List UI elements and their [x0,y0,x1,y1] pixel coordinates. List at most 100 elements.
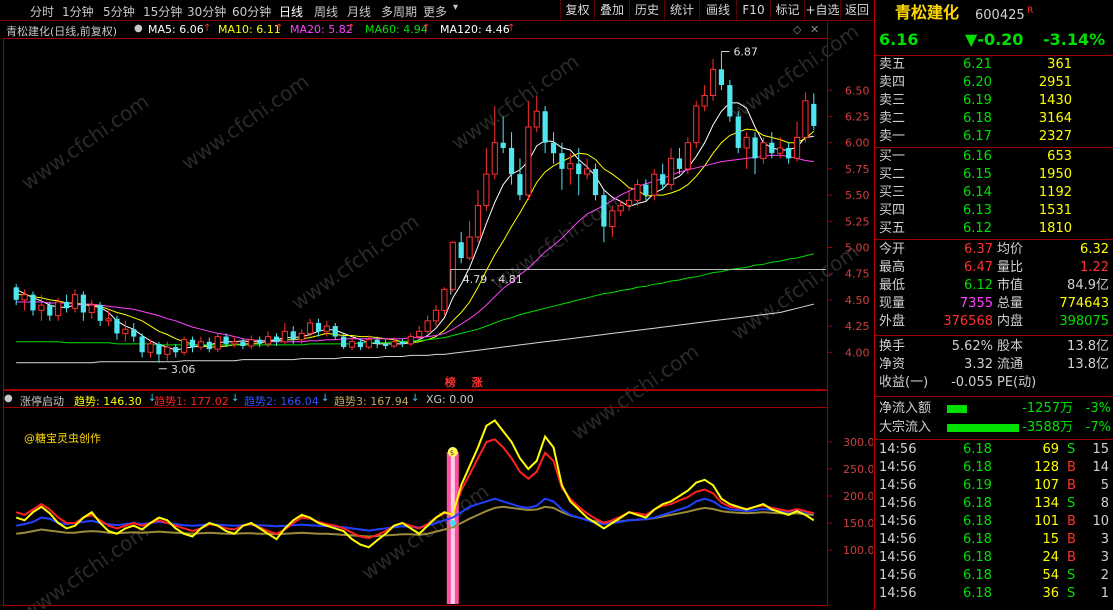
stat-label: 均价 [997,242,1024,257]
down-arrow-icon: ↓ [411,393,420,404]
finance-label: 流通 [997,357,1024,372]
tick-row: 14:56 6.18 128 B 14 [875,459,1113,477]
stat-label: 外盘 [879,314,906,329]
level-volume: 1430 [1038,93,1072,108]
tick-volume: 54 [1042,568,1059,583]
ask-row: 卖三 6.19 1430 [875,92,1113,110]
signal-cross-marker [449,520,456,526]
bid-row: 买一 6.16 653 [875,148,1113,166]
divider [875,239,1113,240]
tick-volume: 134 [1034,496,1059,511]
tick-volume: 69 [1042,442,1059,457]
level-label: 卖五 [879,57,906,72]
indicator-y-label: 200.0 [843,490,873,503]
app-window: www.cfchi.com www.cfchi.com www.cfchi.com w… [0,0,1113,610]
indicator-value-2: 趋势2: 166.04 [244,395,319,408]
indicator-chart[interactable]: 300.0 250.0 200.0 150.0 100.0 $ [0,0,873,610]
indicator-value-0: 趋势: 146.30 [74,395,142,408]
level-price: 6.15 [963,167,992,182]
tick-time: 14:56 [879,460,917,475]
level-price: 6.16 [963,149,992,164]
stat-label: 今开 [879,242,906,257]
tick-count: 10 [1092,514,1109,529]
stat-label: 总量 [997,296,1024,311]
signal-coin-glyph: $ [450,449,454,457]
tick-count: 1 [1100,586,1109,601]
tick-volume: 36 [1042,586,1059,601]
tick-row: 14:56 6.18 69 S 15 [875,441,1113,459]
tick-volume: 128 [1034,460,1059,475]
tick-volume: 107 [1034,478,1059,493]
level-price: 6.14 [963,185,992,200]
finance-value: 5.62% [951,339,993,354]
flow-row: 大宗流入 -3588万 -7% [875,419,1113,437]
tick-volume: 101 [1034,514,1059,529]
ask-row: 卖四 6.20 2951 [875,74,1113,92]
stat-label: 量比 [997,260,1024,275]
level-volume: 653 [1047,149,1072,164]
divider [875,439,1113,440]
bid-row: 买三 6.14 1192 [875,184,1113,202]
ask-row: 卖五 6.21 361 [875,56,1113,74]
level-price: 6.21 [963,57,992,72]
tick-row: 14:56 6.18 24 B 3 [875,549,1113,567]
tick-side: B [1067,550,1076,565]
tick-side: B [1067,460,1076,475]
ask-row: 卖二 6.18 3164 [875,110,1113,128]
flow-row: 净流入额 -1257万 -3% [875,400,1113,418]
level-price: 6.12 [963,221,992,236]
tick-row: 14:56 6.19 107 B 5 [875,477,1113,495]
tick-volume: 15 [1042,532,1059,547]
tick-price: 6.18 [963,460,992,475]
tick-side: B [1067,532,1076,547]
stat-row: 最低 6.12 市值 84.9亿 [875,277,1113,295]
level-label: 买二 [879,167,906,182]
stat-value: 6.12 [964,278,993,293]
finance-value: 3.32 [964,357,993,372]
level-label: 买四 [879,203,906,218]
level-volume: 1810 [1038,221,1072,236]
tick-time: 14:56 [879,514,917,529]
price-row: 6.16 ▼-0.20 -3.14% [875,31,1113,53]
tick-count: 3 [1100,550,1109,565]
ask-row: 卖一 6.17 2327 [875,128,1113,146]
rights-flag: R [1027,6,1034,16]
level-volume: 2951 [1038,75,1072,90]
finance-value: 13.8亿 [1067,357,1109,372]
level-label: 卖三 [879,93,906,108]
indicator-expand-icon[interactable]: ● [4,393,13,404]
bid-row: 买四 6.13 1531 [875,202,1113,220]
finance-label: 换手 [879,339,906,354]
stat-label: 市值 [997,278,1024,293]
finance-row: 收益(一) -0.055 PE(动) [875,374,1113,392]
indicator-credit: @糖宝灵虫创作 [24,432,101,445]
stat-label: 现量 [879,296,906,311]
price-change: ▼-0.20 [965,30,1024,49]
stat-label: 最低 [879,278,906,293]
level-volume: 1192 [1038,185,1072,200]
indicator-name: 涨停启动 [20,395,64,408]
stat-value: 398075 [1059,314,1109,329]
level-label: 买一 [879,149,906,164]
tick-time: 14:56 [879,496,917,511]
tick-count: 3 [1100,532,1109,547]
stat-value: 6.37 [964,242,993,257]
stock-name: 青松建化 [895,3,960,22]
flow-pct: -7% [1085,420,1111,435]
level-label: 卖一 [879,129,906,144]
tick-side: B [1067,514,1076,529]
tick-price: 6.18 [963,514,992,529]
level-volume: 2327 [1038,129,1072,144]
tick-side: S [1067,586,1076,601]
divider [875,396,1113,397]
level-price: 6.17 [963,129,992,144]
flow-bar [947,424,1019,432]
indicator-value-4: XG: 0.00 [426,393,474,406]
indicator-value-1: 趋势1: 177.02 [154,395,229,408]
bid-row: 买二 6.15 1950 [875,166,1113,184]
stat-value: 7355 [959,296,993,311]
finance-label: 股本 [997,339,1024,354]
tick-time: 14:56 [879,478,917,493]
flow-label: 净流入额 [879,401,932,416]
indicator-line-3 [15,419,815,549]
